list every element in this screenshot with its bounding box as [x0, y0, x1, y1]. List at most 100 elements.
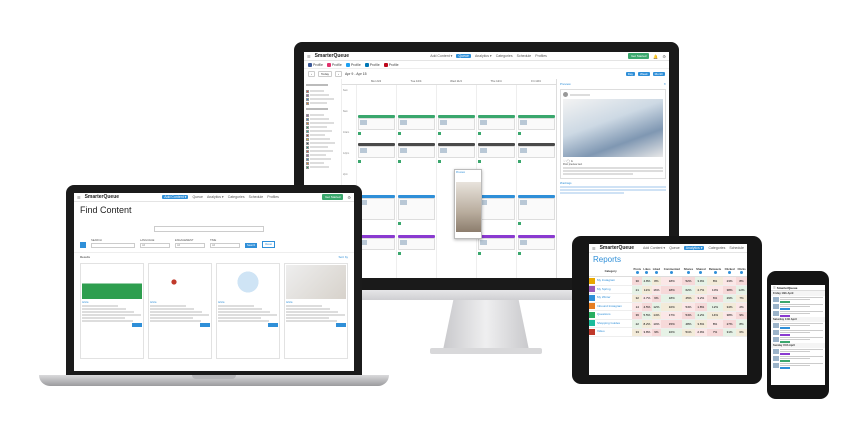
checkbox[interactable] [306, 153, 309, 157]
get-started-button[interactable]: Get Started [628, 53, 650, 59]
add-post-icon[interactable] [478, 160, 481, 163]
language-select[interactable]: All [140, 243, 170, 248]
next-week-button[interactable]: › [335, 71, 343, 77]
category-cell[interactable]: Questions [589, 311, 633, 320]
scheduled-post-card[interactable] [358, 118, 395, 130]
scheduled-post-card[interactable] [478, 238, 515, 250]
menu-icon[interactable]: ☰ [77, 195, 81, 200]
sort-dropdown[interactable]: Sort by [338, 255, 348, 259]
help-icon[interactable] [728, 271, 732, 274]
add-post-icon[interactable] [438, 160, 441, 163]
scheduled-post-card[interactable] [478, 118, 515, 130]
nav-add-content[interactable]: Add Content ▾ [430, 54, 452, 58]
time-select[interactable]: All [210, 243, 240, 248]
sidebar-category-item[interactable] [306, 101, 339, 105]
scheduled-post-card[interactable] [358, 198, 395, 220]
column-header[interactable]: Shared [694, 266, 708, 277]
add-post-icon[interactable] [358, 160, 361, 163]
nav-queue[interactable]: Queue [669, 246, 680, 250]
checkbox[interactable] [306, 121, 309, 125]
add-to-queue-button[interactable] [132, 323, 142, 327]
scheduled-post-card[interactable] [518, 118, 555, 130]
column-header[interactable]: Likes [642, 266, 652, 277]
scheduled-post-card[interactable] [438, 118, 475, 130]
checkbox[interactable] [306, 137, 309, 141]
scheduled-post-card[interactable] [518, 238, 555, 250]
add-post-icon[interactable] [398, 252, 401, 255]
column-header[interactable]: Clicks [736, 266, 747, 277]
reset-button[interactable]: Reset [262, 241, 275, 248]
checkbox[interactable] [306, 97, 309, 101]
checkbox[interactable] [306, 113, 309, 117]
bell-icon[interactable]: 🔔 [653, 54, 658, 59]
checkbox[interactable] [306, 165, 309, 169]
column-header[interactable]: Clicked [723, 266, 737, 277]
column-header[interactable]: Category [589, 266, 633, 277]
nav-profiles[interactable]: Profiles [535, 54, 547, 58]
column-header[interactable]: Shares [682, 266, 695, 277]
scheduled-post-card[interactable] [518, 198, 555, 220]
column-header[interactable]: Commented [661, 266, 683, 277]
nav-analytics[interactable]: Analytics ▾ [207, 195, 224, 199]
add-post-icon[interactable] [518, 132, 521, 135]
checkbox[interactable] [306, 89, 309, 93]
menu-icon[interactable]: ☰ [307, 54, 311, 59]
checkbox[interactable] [306, 133, 309, 137]
menu-icon[interactable]: ☰ [592, 246, 596, 251]
queue-item[interactable] [771, 348, 825, 355]
add-post-icon[interactable] [518, 160, 521, 163]
logo[interactable]: SmarterQueue [600, 245, 634, 251]
get-started-button[interactable]: Get Started [322, 194, 344, 200]
queue-item[interactable] [771, 303, 825, 310]
add-post-icon[interactable] [518, 252, 521, 255]
content-card[interactable]: Article [148, 263, 212, 359]
checkbox[interactable] [306, 145, 309, 149]
add-post-icon[interactable] [478, 252, 481, 255]
category-cell[interactable]: My Instagram [589, 277, 633, 286]
checkbox[interactable] [306, 117, 309, 121]
checkbox[interactable] [306, 93, 309, 97]
scheduled-post-card[interactable] [398, 198, 435, 220]
profile-chip[interactable]: Profile [326, 62, 342, 67]
nav-categories[interactable]: Categories [228, 195, 245, 199]
queue-item[interactable] [771, 355, 825, 362]
add-post-icon[interactable] [518, 222, 521, 225]
scheduled-post-card[interactable] [478, 198, 515, 220]
add-post-icon[interactable] [438, 132, 441, 135]
view-day-button[interactable]: Day [625, 72, 636, 76]
category-cell[interactable]: Video [589, 328, 633, 337]
help-icon[interactable] [670, 271, 674, 274]
profile-chip[interactable]: Profile [345, 62, 361, 67]
queue-item[interactable] [771, 322, 825, 329]
help-icon[interactable] [740, 271, 744, 274]
scheduled-post-card[interactable] [398, 146, 435, 158]
queue-item[interactable] [771, 329, 825, 336]
add-post-icon[interactable] [478, 132, 481, 135]
sidebar-category-item[interactable] [306, 165, 339, 169]
nav-queue[interactable]: Queue [456, 54, 471, 58]
scheduled-post-card[interactable] [518, 146, 555, 158]
menu-icon[interactable]: ☰ [773, 286, 776, 290]
content-card[interactable]: Article [284, 263, 348, 359]
filter-icon[interactable] [80, 242, 86, 248]
nav-analytics[interactable]: Analytics ▾ [683, 246, 705, 250]
column-header[interactable]: Retweets [707, 266, 724, 277]
queue-item[interactable] [771, 336, 825, 343]
engagement-select[interactable]: All [175, 243, 205, 248]
checkbox[interactable] [306, 101, 309, 105]
column-header[interactable]: Liked [651, 266, 662, 277]
nav-categories[interactable]: Categories [496, 54, 513, 58]
scheduled-post-card[interactable] [398, 238, 435, 250]
category-cell[interactable]: My Winter [589, 294, 633, 303]
search-input[interactable] [154, 226, 264, 232]
view-week-button[interactable]: Week [638, 72, 650, 76]
content-card[interactable]: Article [80, 263, 144, 359]
scheduled-post-card[interactable] [358, 146, 395, 158]
content-card[interactable]: Article [216, 263, 280, 359]
checkbox[interactable] [306, 157, 309, 161]
nav-add-content[interactable]: Add Content ▾ [162, 195, 189, 199]
nav-schedule[interactable]: Schedule [249, 195, 264, 199]
scheduled-post-card[interactable] [438, 146, 475, 158]
category-cell[interactable]: Inbound Instagram [589, 303, 633, 311]
queue-item[interactable] [771, 362, 825, 369]
